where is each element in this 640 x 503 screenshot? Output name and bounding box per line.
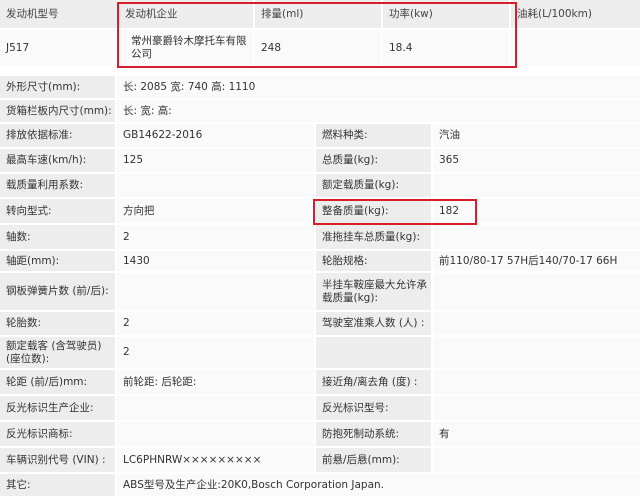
spec-row-track-width: 轮距 (前/后)mm: 前轮距: 后轮距: 接近角/离去角 (度) : (0, 370, 640, 394)
spec-label: 总质量(kg): (316, 149, 431, 172)
spec-label: 其它: (0, 474, 115, 496)
engine-table: 发动机型号 发动机企业 排量(ml) 功率(kw) 油耗(L/100km) J5… (0, 0, 640, 66)
displacement-value: 248 (255, 30, 381, 66)
spec-value: 125 (117, 149, 314, 172)
spec-row-leaf-springs: 钢板弹簧片数 (前/后): 半挂车鞍座最大允许承载质量(kg): (0, 273, 640, 310)
spec-value: 2 (117, 337, 314, 368)
spec-row-load-factor: 载质量利用系数: 额定载质量(kg): (0, 174, 640, 197)
spec-value (117, 273, 314, 310)
spec-row-emission-standard: 排放依据标准: GB14622-2016 燃料种类: 汽油 (0, 124, 640, 147)
spec-value (433, 337, 640, 368)
spec-row-tire-count: 轮胎数: 2 驾驶室准乘人数 (人) : (0, 312, 640, 335)
spec-value: 有 (433, 422, 640, 446)
spec-row-vin: 车辆识别代号 (VIN) : LC6PHNRW××××××××× 前悬/后悬(mm)… (0, 448, 640, 472)
spec-row-rated-passengers: 额定载客 (含驾驶员) (座位数): 2 (0, 337, 640, 368)
spec-value: 汽油 (433, 124, 640, 147)
spec-label: 额定载质量(kg): (316, 174, 431, 197)
spec-value: 1430 (117, 251, 314, 271)
spec-label: 轮胎规格: (316, 251, 431, 271)
spec-row-other: 其它: ABS型号及生产企业:20K0,Bosch Corporation Jap… (0, 474, 640, 496)
spec-value: 前轮距: 后轮距: (117, 370, 314, 394)
header-displacement: 排量(ml) (255, 0, 381, 28)
spec-row-axles: 轴数: 2 准拖挂车总质量(kg): (0, 225, 640, 249)
header-power: 功率(kw) (383, 0, 509, 28)
spec-label: 准拖挂车总质量(kg): (316, 225, 431, 249)
spec-value: 长: 宽: 高: (117, 100, 640, 122)
spec-value (433, 174, 640, 197)
spec-label: 排放依据标准: (0, 124, 115, 147)
spec-label: 反光标识商标: (0, 422, 115, 446)
spec-value: 方向把 (117, 199, 314, 223)
spec-label: 半挂车鞍座最大允许承载质量(kg): (316, 273, 431, 310)
spec-label: 转向型式: (0, 199, 115, 223)
spec-label: 轴距(mm): (0, 251, 115, 271)
power-value: 18.4 (383, 30, 509, 66)
spec-value (433, 396, 640, 420)
header-engine-model: 发动机型号 (0, 0, 117, 28)
spec-value: GB14622-2016 (117, 124, 314, 147)
spec-value: 前110/80-17 57H后140/70-17 66H (433, 251, 640, 271)
spec-row-steering: 转向型式: 方向把 整备质量(kg): 182 (0, 199, 640, 223)
spec-label: 反光标识生产企业: (0, 396, 115, 420)
spec-value: ABS型号及生产企业:20K0,Bosch Corporation Japan. (117, 474, 640, 496)
spec-row-dimensions: 外形尺寸(mm): 长: 2085 宽: 740 高: 1110 (0, 76, 640, 98)
spec-value (433, 370, 640, 394)
spec-value (433, 225, 640, 249)
spec-label: 货箱栏板内尺寸(mm): (0, 100, 115, 122)
spec-label: 载质量利用系数: (0, 174, 115, 197)
spec-value: 182 (433, 199, 640, 223)
spec-label: 轴数: (0, 225, 115, 249)
spec-value: LC6PHNRW××××××××× (117, 448, 314, 472)
spec-label: 整备质量(kg): (316, 199, 431, 223)
header-engine-company: 发动机企业 (119, 0, 253, 28)
spec-label: 燃料种类: (316, 124, 431, 147)
spec-row-reflector-maker: 反光标识生产企业: 反光标识型号: (0, 396, 640, 420)
header-fuel-consumption: 油耗(L/100km) (511, 0, 640, 28)
spec-value (117, 174, 314, 197)
spec-row-wheelbase: 轴距(mm): 1430 轮胎规格: 前110/80-17 57H后140/70-17… (0, 251, 640, 271)
spec-label: 前悬/后悬(mm): (316, 448, 431, 472)
spec-label: 最高车速(km/h): (0, 149, 115, 172)
spec-label: 车辆识别代号 (VIN) : (0, 448, 115, 472)
spec-value (433, 448, 640, 472)
spec-label: 反光标识型号: (316, 396, 431, 420)
engine-company-value: 常州豪爵铃木摩托车有限公司 (119, 30, 253, 66)
engine-model-value: J517 (0, 30, 117, 66)
spec-label: 接近角/离去角 (度) : (316, 370, 431, 394)
spec-value (433, 312, 640, 335)
spec-label: 额定载客 (含驾驶员) (座位数): (0, 337, 115, 368)
spec-label: 钢板弹簧片数 (前/后): (0, 273, 115, 310)
fuel-consumption-value (511, 30, 640, 66)
spec-value: 2 (117, 312, 314, 335)
spec-label (316, 337, 431, 368)
spec-value (117, 396, 314, 420)
spec-label: 外形尺寸(mm): (0, 76, 115, 98)
spec-label: 驾驶室准乘人数 (人) : (316, 312, 431, 335)
spec-value (433, 273, 640, 310)
spec-label: 轮胎数: (0, 312, 115, 335)
spec-row-reflector-brand: 反光标识商标: 防抱死制动系统: 有 (0, 422, 640, 446)
spec-value (117, 422, 314, 446)
spec-value: 365 (433, 149, 640, 172)
spec-value: 2 (117, 225, 314, 249)
spec-value: 长: 2085 宽: 740 高: 1110 (117, 76, 640, 98)
spec-row-cargo-box-size: 货箱栏板内尺寸(mm): 长: 宽: 高: (0, 100, 640, 122)
spec-row-max-speed: 最高车速(km/h): 125 总质量(kg): 365 (0, 149, 640, 172)
spec-label: 轮距 (前/后)mm: (0, 370, 115, 394)
spec-label: 防抱死制动系统: (316, 422, 431, 446)
